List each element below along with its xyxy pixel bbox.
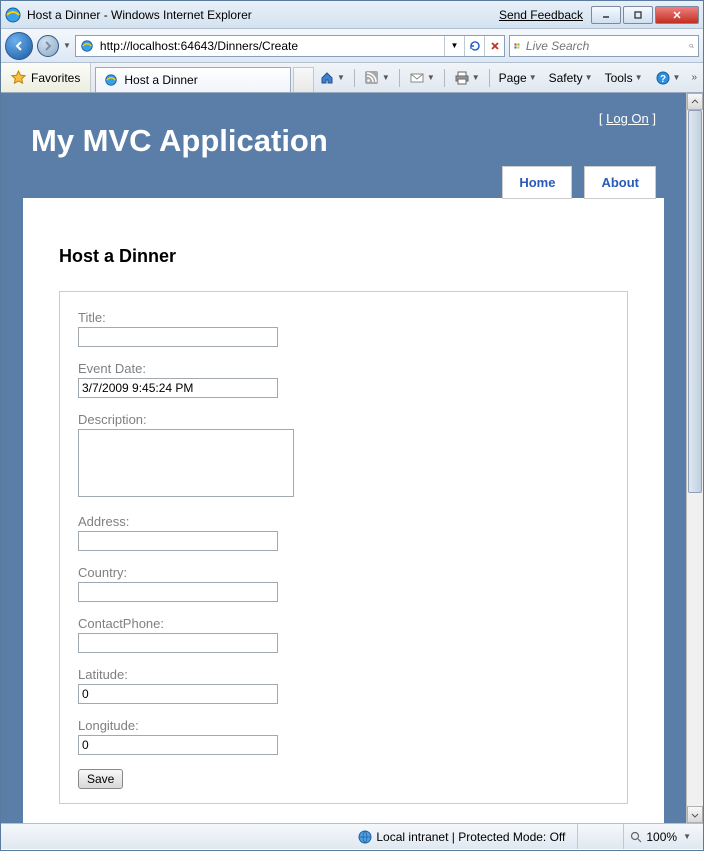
ie-icon xyxy=(5,7,21,23)
favorites-label: Favorites xyxy=(31,71,80,85)
zoom-control[interactable]: 100% ▼ xyxy=(623,824,697,849)
new-tab-button[interactable] xyxy=(293,67,314,92)
search-input[interactable] xyxy=(524,38,685,54)
url-dropdown[interactable]: ▼ xyxy=(444,36,464,56)
logon-section: [ Log On ] xyxy=(599,111,656,126)
logon-link[interactable]: Log On xyxy=(606,111,649,126)
label-contactphone: ContactPhone: xyxy=(78,616,609,631)
tab-page-icon xyxy=(104,73,118,87)
url-input[interactable] xyxy=(98,37,444,55)
status-slot xyxy=(577,824,617,849)
label-description: Description: xyxy=(78,412,609,427)
zoom-text: 100% xyxy=(646,830,677,844)
help-icon: ? xyxy=(655,70,671,86)
status-bar: Local intranet | Protected Mode: Off 100… xyxy=(1,823,703,849)
label-eventdate: Event Date: xyxy=(78,361,609,376)
tab-title: Host a Dinner xyxy=(124,73,197,87)
input-latitude[interactable] xyxy=(78,684,278,704)
security-zone[interactable]: Local intranet | Protected Mode: Off xyxy=(352,824,571,849)
page-heading: Host a Dinner xyxy=(59,246,628,267)
stop-button[interactable] xyxy=(484,36,504,56)
input-longitude[interactable] xyxy=(78,735,278,755)
input-eventdate[interactable] xyxy=(78,378,278,398)
input-title[interactable] xyxy=(78,327,278,347)
star-icon xyxy=(11,70,26,85)
rss-icon xyxy=(364,70,380,86)
dinner-form: Title: Event Date: Description: Address:… xyxy=(59,291,628,804)
nav-home[interactable]: Home xyxy=(502,166,572,199)
home-icon xyxy=(319,70,335,86)
label-longitude: Longitude: xyxy=(78,718,609,733)
favorites-button[interactable]: Favorites xyxy=(1,63,91,92)
windows-logo-icon xyxy=(514,39,520,53)
page-viewport: [ Log On ] My MVC Application Home About… xyxy=(1,93,686,823)
back-button[interactable] xyxy=(5,32,33,60)
print-button[interactable]: ▼ xyxy=(449,67,485,89)
vertical-scrollbar[interactable] xyxy=(686,93,703,823)
globe-icon xyxy=(358,830,372,844)
search-icon[interactable] xyxy=(689,40,694,52)
send-feedback-link[interactable]: Send Feedback xyxy=(499,8,583,22)
address-bar[interactable]: ▼ xyxy=(75,35,505,57)
maximize-button[interactable] xyxy=(623,6,653,24)
label-latitude: Latitude: xyxy=(78,667,609,682)
mail-button[interactable]: ▼ xyxy=(404,67,440,89)
print-icon xyxy=(454,70,470,86)
scroll-up-button[interactable] xyxy=(687,93,703,110)
svg-text:?: ? xyxy=(659,74,665,85)
history-dropdown[interactable]: ▼ xyxy=(63,41,71,50)
zone-text: Local intranet | Protected Mode: Off xyxy=(376,830,565,844)
window-titlebar: Host a Dinner - Windows Internet Explore… xyxy=(1,1,703,29)
safety-menu[interactable]: Safety▼ xyxy=(544,68,598,88)
tools-menu[interactable]: Tools▼ xyxy=(600,68,648,88)
zoom-icon xyxy=(630,831,642,843)
scroll-down-button[interactable] xyxy=(687,806,703,823)
input-contactphone[interactable] xyxy=(78,633,278,653)
feeds-button[interactable]: ▼ xyxy=(359,67,395,89)
scroll-track[interactable] xyxy=(687,110,703,806)
input-country[interactable] xyxy=(78,582,278,602)
refresh-button[interactable] xyxy=(464,36,484,56)
zoom-dropdown-icon[interactable]: ▼ xyxy=(683,832,691,841)
label-address: Address: xyxy=(78,514,609,529)
scroll-thumb[interactable] xyxy=(688,110,702,493)
input-description[interactable] xyxy=(78,429,294,497)
page-icon xyxy=(80,39,94,53)
help-button[interactable]: ?▼ xyxy=(650,67,686,89)
close-button[interactable] xyxy=(655,6,699,24)
input-address[interactable] xyxy=(78,531,278,551)
save-button[interactable]: Save xyxy=(78,769,123,789)
search-box[interactable] xyxy=(509,35,699,57)
navigation-bar: ▼ ▼ xyxy=(1,29,703,63)
mail-icon xyxy=(409,70,425,86)
label-country: Country: xyxy=(78,565,609,580)
app-title: My MVC Application xyxy=(31,123,656,159)
command-bar: Favorites Host a Dinner ▼ ▼ ▼ ▼ Page▼ Sa… xyxy=(1,63,703,93)
nav-about[interactable]: About xyxy=(584,166,656,199)
chevron-expand-icon[interactable]: » xyxy=(691,72,697,83)
home-button[interactable]: ▼ xyxy=(314,67,350,89)
browser-tab[interactable]: Host a Dinner xyxy=(95,67,290,92)
page-menu[interactable]: Page▼ xyxy=(494,68,542,88)
minimize-button[interactable] xyxy=(591,6,621,24)
label-title: Title: xyxy=(78,310,609,325)
window-title: Host a Dinner - Windows Internet Explore… xyxy=(27,8,252,22)
forward-button[interactable] xyxy=(37,35,59,57)
